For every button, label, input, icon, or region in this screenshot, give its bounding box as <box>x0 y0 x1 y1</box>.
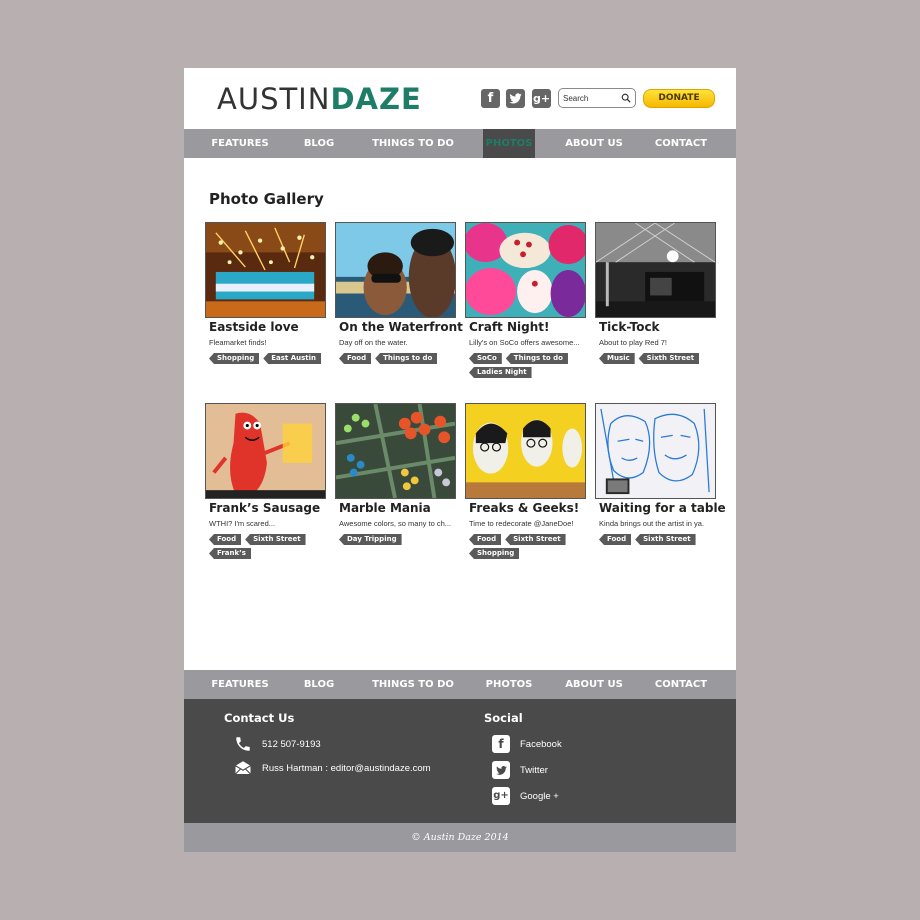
photo-description: Awesome colors, so many to ch... <box>339 519 451 528</box>
photo-title[interactable]: Waiting for a table <box>599 501 726 515</box>
photo-title[interactable]: Freaks & Geeks! <box>469 501 579 515</box>
tag-list: Food Sixth Street <box>599 534 717 545</box>
photo-title[interactable]: On the Waterfront <box>339 320 463 334</box>
tag[interactable]: Things to do <box>505 353 568 364</box>
donate-button[interactable]: DONATE <box>643 89 715 108</box>
nav-blog[interactable]: BLOG <box>294 670 344 699</box>
social-link-twitter[interactable]: Twitter <box>492 761 548 779</box>
photo-title[interactable]: Frank’s Sausage <box>209 501 320 515</box>
tag[interactable]: SoCo <box>469 353 502 364</box>
tag[interactable]: Shopping <box>469 548 520 559</box>
page-title: Photo Gallery <box>209 190 324 208</box>
photo-title[interactable]: Tick-Tock <box>599 320 660 334</box>
tag[interactable]: Sixth Street <box>505 534 566 545</box>
tag[interactable]: Music <box>599 353 635 364</box>
logo-austin: AUSTIN <box>217 82 331 116</box>
tag[interactable]: Food <box>339 353 372 364</box>
search-icon[interactable] <box>621 93 631 103</box>
tag-list: Shopping East Austin <box>209 353 327 364</box>
facebook-icon: f <box>492 735 510 753</box>
photo-thumbnail[interactable] <box>595 403 716 499</box>
photo-title[interactable]: Eastside love <box>209 320 299 334</box>
social-link-google-plus[interactable]: g+ Google + <box>492 787 559 805</box>
twitter-icon <box>492 761 510 779</box>
tag[interactable]: Ladies Night <box>469 367 532 378</box>
photo-thumbnail[interactable] <box>205 222 326 318</box>
tag-list: Food Sixth Street Shopping <box>469 534 587 559</box>
tag[interactable]: Sixth Street <box>635 534 696 545</box>
google-plus-icon: g+ <box>492 787 510 805</box>
photo-title[interactable]: Marble Mania <box>339 501 431 515</box>
search-input[interactable] <box>563 91 619 105</box>
photo-thumbnail[interactable] <box>335 403 456 499</box>
tag[interactable]: Food <box>599 534 632 545</box>
nav-photos[interactable]: PHOTOS <box>483 670 535 699</box>
tag[interactable]: Sixth Street <box>638 353 700 364</box>
footer-nav: FEATURES BLOG THINGS TO DO PHOTOS ABOUT … <box>184 670 736 699</box>
nav-features[interactable]: FEATURES <box>205 129 275 158</box>
nav-photos[interactable]: PHOTOS <box>483 129 535 158</box>
email-address[interactable]: Russ Hartman : editor@austindaze.com <box>262 763 431 774</box>
tag-list: Music Sixth Street <box>599 353 717 364</box>
photo-title[interactable]: Craft Night! <box>469 320 549 334</box>
social-link-label: Twitter <box>520 764 548 776</box>
contact-heading: Contact Us <box>224 711 295 725</box>
tag[interactable]: Shopping <box>209 353 260 364</box>
photo-thumbnail[interactable] <box>335 222 456 318</box>
nav-features[interactable]: FEATURES <box>205 670 275 699</box>
social-link-facebook[interactable]: f Facebook <box>492 735 562 753</box>
phone-icon <box>236 737 250 751</box>
contact-phone: 512 507-9193 <box>234 735 321 753</box>
nav-about-us[interactable]: ABOUT US <box>559 129 629 158</box>
tag[interactable]: Things to do <box>375 353 438 364</box>
tag-list: Food Sixth Street Frank’s <box>209 534 327 559</box>
google-plus-icon[interactable]: g+ <box>532 89 551 108</box>
nav-things-to-do[interactable]: THINGS TO DO <box>370 670 456 699</box>
nav-things-to-do[interactable]: THINGS TO DO <box>370 129 456 158</box>
contact-email: Russ Hartman : editor@austindaze.com <box>234 759 431 777</box>
facebook-icon[interactable]: f <box>481 89 500 108</box>
tag-list: Food Things to do <box>339 353 457 364</box>
logo-daze: DAZE <box>330 82 422 116</box>
search-box <box>558 88 636 108</box>
tag-list: SoCo Things to do Ladies Night <box>469 353 587 378</box>
photo-description: Time to redecorate @JaneDoe! <box>469 519 574 528</box>
copyright: © Austin Daze 2014 <box>184 823 736 852</box>
photo-description: Kinda brings out the artist in ya. <box>599 519 705 528</box>
photo-thumbnail[interactable] <box>595 222 716 318</box>
site-logo[interactable]: AUSTINDAZE <box>217 82 422 116</box>
phone-number[interactable]: 512 507-9193 <box>262 739 321 750</box>
nav-about-us[interactable]: ABOUT US <box>559 670 629 699</box>
photo-description: About to play Red 7! <box>599 338 667 347</box>
photo-thumbnail[interactable] <box>205 403 326 499</box>
twitter-icon[interactable] <box>506 89 525 108</box>
tag[interactable]: Food <box>469 534 502 545</box>
main-nav: FEATURES BLOG THINGS TO DO PHOTOS ABOUT … <box>184 129 736 158</box>
site-footer: Contact Us 512 507-9193 Russ Hartman : e… <box>184 699 736 823</box>
tag[interactable]: Sixth Street <box>245 534 306 545</box>
tag[interactable]: Frank’s <box>209 548 251 559</box>
photo-description: Fleamarket finds! <box>209 338 267 347</box>
photo-description: WTHI? I'm scared... <box>209 519 276 528</box>
photo-thumbnail[interactable] <box>465 222 586 318</box>
envelope-icon <box>235 761 251 775</box>
photo-description: Day off on the water. <box>339 338 408 347</box>
photo-thumbnail[interactable] <box>465 403 586 499</box>
tag[interactable]: Day Tripping <box>339 534 402 545</box>
site-header: AUSTINDAZE f g+ DONATE <box>184 68 736 129</box>
tag[interactable]: Food <box>209 534 242 545</box>
nav-contact[interactable]: CONTACT <box>649 670 713 699</box>
nav-blog[interactable]: BLOG <box>294 129 344 158</box>
nav-contact[interactable]: CONTACT <box>649 129 713 158</box>
tag[interactable]: East Austin <box>263 353 322 364</box>
page: AUSTINDAZE f g+ DONATE FEATURES BLOG THI… <box>184 68 736 852</box>
tag-list: Day Tripping <box>339 534 457 545</box>
social-heading: Social <box>484 711 523 725</box>
social-link-label: Facebook <box>520 738 562 750</box>
photo-description: Lilly's on SoCo offers awesome... <box>469 338 580 347</box>
social-link-label: Google + <box>520 790 559 802</box>
